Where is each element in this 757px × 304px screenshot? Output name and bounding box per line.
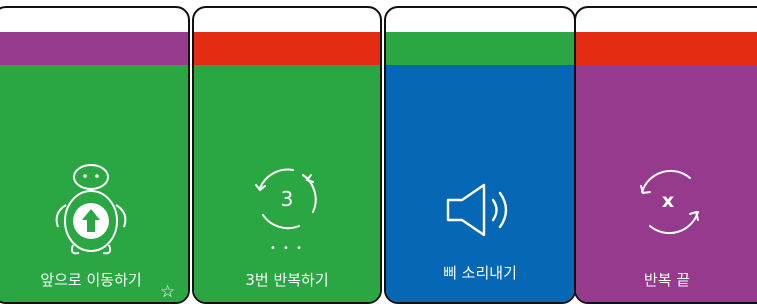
card-color-strip (576, 32, 757, 65)
card-body: 삐 소리내기 (386, 65, 574, 302)
card-body: 앞으로 이동하기 ☆ (0, 65, 188, 302)
repeat-count: 3 (280, 187, 294, 211)
card-color-strip (386, 32, 574, 65)
card-color-strip (0, 32, 188, 65)
card-label: 삐 소리내기 (443, 264, 517, 282)
more-dots: • • • (269, 243, 305, 254)
card-label: 반복 끝 (643, 271, 691, 289)
card-move-forward[interactable]: 앞으로 이동하기 ☆ (0, 6, 190, 304)
card-repeat-3[interactable]: 3 • • • 3번 반복하기 (192, 6, 382, 304)
card-beep[interactable]: 삐 소리내기 (384, 6, 576, 304)
card-repeat-end[interactable]: x 반복 끝 (574, 6, 757, 304)
speaker-icon (446, 183, 508, 237)
card-body: 3 • • • 3번 반복하기 (194, 65, 380, 302)
card-body: x 반복 끝 (576, 65, 757, 302)
turtle-up-arrow-icon (55, 164, 127, 255)
end-repeat-mark: x (661, 190, 675, 212)
star-icon: ☆ (160, 282, 176, 302)
command-card-deck: 앞으로 이동하기 ☆ 3 • • • 3번 반복하기 삐 소리내기 x 반복 끝 (0, 0, 757, 304)
card-color-strip (194, 32, 380, 65)
card-label: 3번 반복하기 (245, 271, 329, 289)
